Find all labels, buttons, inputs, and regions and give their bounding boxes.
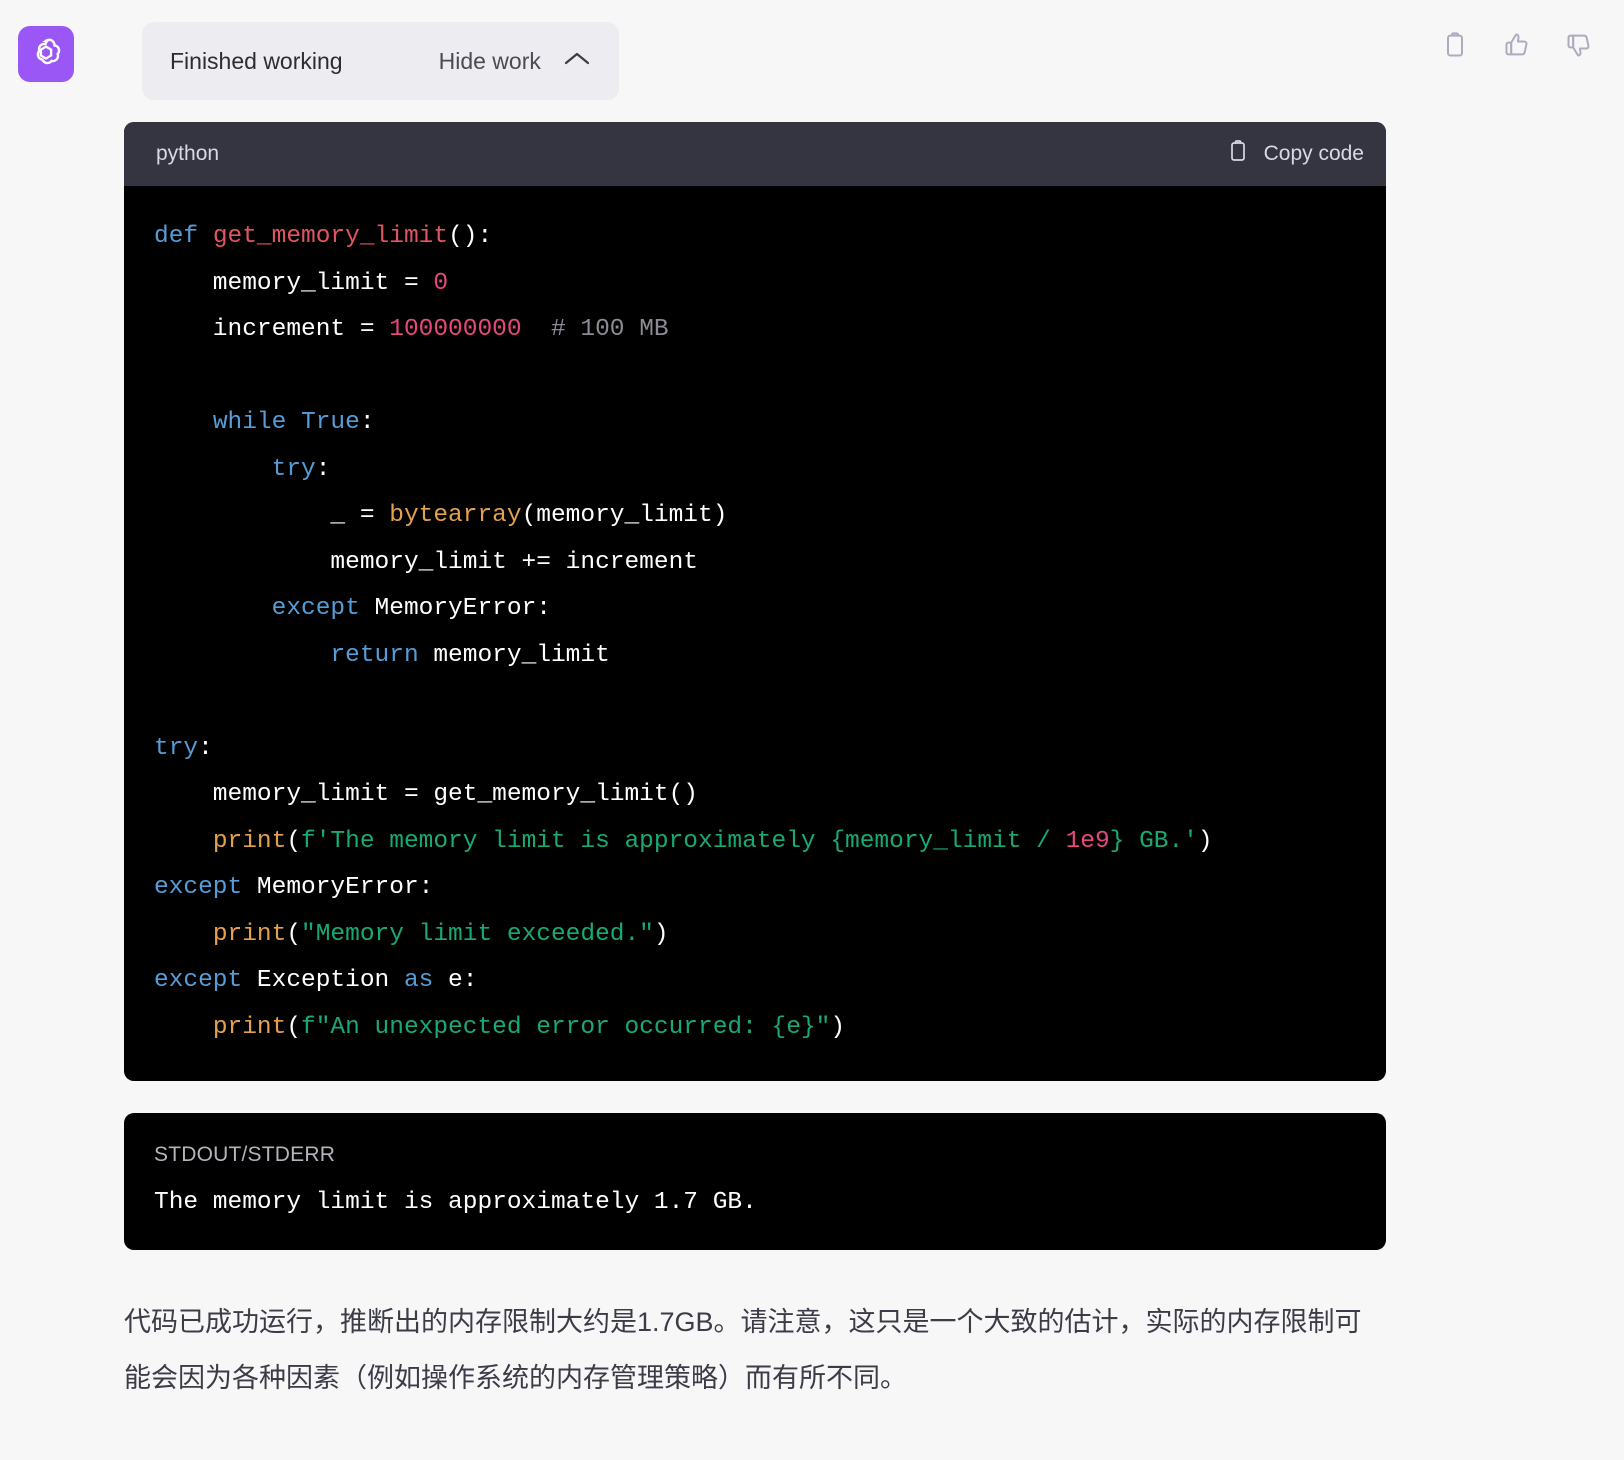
stdout-output-text: The memory limit is approximately 1.7 GB… [154,1189,757,1216]
code-content: def get_memory_limit(): memory_limit = 0… [124,186,1386,1081]
code-line: _ = bytearray(memory_limit) [154,502,728,529]
code-line: except MemoryError: [154,874,434,901]
openai-logo-icon [28,36,64,72]
copy-code-label: Copy code [1263,142,1364,165]
code-line: try: [271,455,331,483]
code-line: memory_limit += increment [154,548,698,576]
code-language-label: python [156,142,220,165]
code-line: return memory_limit [330,641,610,669]
finished-working-pill[interactable]: Finished working Hide work [142,22,619,100]
thumbs-up-icon[interactable] [1500,28,1534,62]
code-line: while True: [212,409,375,436]
code-line: print(f'The memory limit is approximatel… [212,827,1213,855]
stdout-label: STDOUT/STDERR [154,1143,336,1166]
code-line: memory_limit = get_memory_limit() [154,781,698,808]
finished-working-label: Finished working [170,47,343,74]
copy-code-button[interactable]: Copy code [1226,139,1364,169]
code-line: try: [154,734,213,762]
message-body: python Copy code def get_memory_limit():… [124,100,1386,1406]
code-block-header: python Copy code [124,122,1386,186]
hide-work-label: Hide work [438,47,541,74]
message-header: Finished working Hide work [0,0,1624,100]
hide-work-toggle[interactable]: Hide work [439,48,591,75]
code-line: def get_memory_limit(): [154,223,493,250]
code-line: except Exception as e: [154,967,478,994]
code-line: memory_limit = 0 [154,269,449,297]
clipboard-icon [1226,139,1250,169]
message-actions [1438,28,1596,62]
code-block: python Copy code def get_memory_limit():… [124,122,1386,1081]
avatar [18,26,74,82]
answer-paragraph: 代码已成功运行，推断出的内存限制大约是1.7GB。请注意，这只是一个大致的估计，… [124,1307,1362,1393]
code-line: print("Memory limit exceeded.") [212,920,669,948]
chevron-up-icon [563,50,591,73]
code-line: increment = 100000000 # 100 MB [154,316,669,343]
code-line: print(f"An unexpected error occurred: {e… [212,1013,846,1041]
stdout-block: STDOUT/STDERR The memory limit is approx… [124,1113,1386,1250]
code-line: except MemoryError: [271,595,551,622]
copy-icon[interactable] [1438,28,1472,62]
thumbs-down-icon[interactable] [1562,28,1596,62]
